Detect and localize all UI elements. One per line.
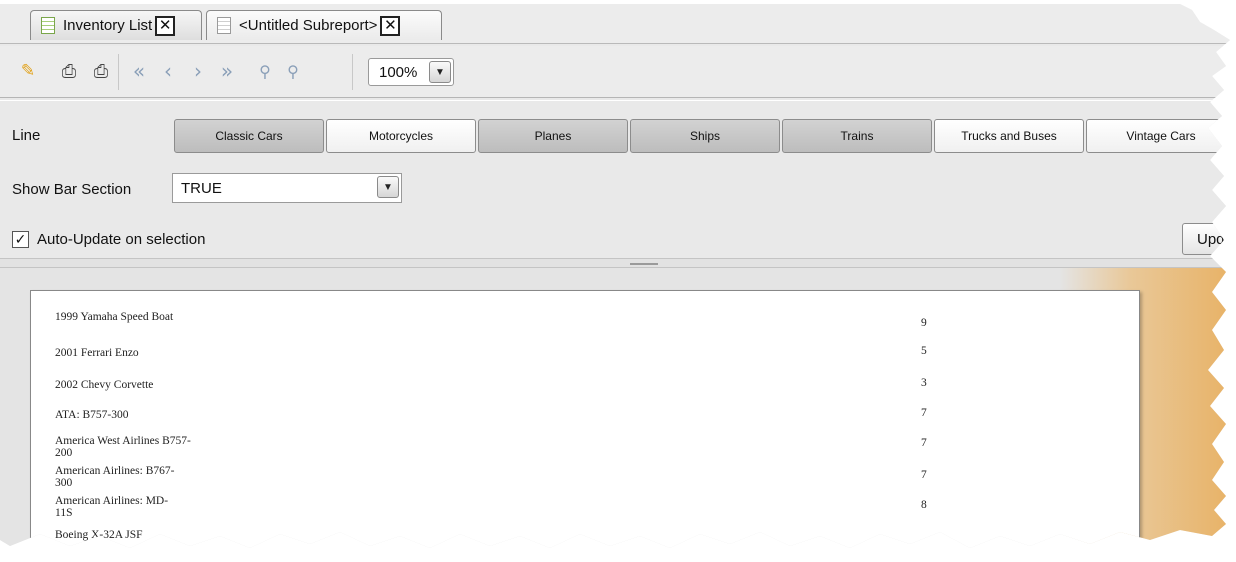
report-row-name: 1999 Yamaha Speed Boat (55, 311, 174, 323)
line-option-trains[interactable]: Trains (782, 119, 932, 153)
report-row-name: ATA: B757-300 (55, 409, 129, 421)
report-row-qty: 3 (921, 377, 927, 389)
show-bar-section-label: Show Bar Section (12, 181, 132, 198)
zoom-select[interactable]: 100% ▼ (368, 58, 454, 86)
panel-splitter[interactable] (0, 258, 1230, 268)
zoom-value: 100% (379, 63, 418, 81)
line-option-ships[interactable]: Ships (630, 119, 780, 153)
tab-label: Inventory List (63, 17, 153, 34)
auto-update-row: ✓ Auto-Update on selection (12, 231, 205, 248)
report-row-name: 2001 Ferrari Enzo (55, 347, 139, 359)
print-setup-icon[interactable]: ⎙ (90, 60, 112, 82)
line-option-label: Ships (689, 129, 721, 143)
report-row-qty: 7 (921, 407, 927, 419)
tab-inventory-list[interactable]: Inventory List ✕ (30, 10, 202, 40)
line-option-trucks-and-buses[interactable]: Trucks and Buses (934, 119, 1084, 153)
report-row-qty: 8 (921, 499, 927, 511)
document-tab-strip: Inventory List ✕ <Untitled Subreport> ✕ (0, 4, 1230, 44)
splitter-grip-icon (630, 263, 658, 265)
line-option-label: Vintage Cars (1126, 129, 1196, 143)
line-option-label: Planes (534, 129, 572, 143)
preview-toolbar: ✎ ⎙ ⎙ « ‹ › » ⚲ ⚲ 100% ▼ (0, 46, 1230, 98)
chevron-down-icon[interactable]: ▼ (429, 61, 451, 83)
line-label: Line (12, 127, 41, 144)
toolbar-separator (118, 54, 119, 90)
report-row-qty: 5 (921, 345, 927, 357)
subreport-document-icon (217, 17, 231, 34)
report-preview-area[interactable]: 1999 Yamaha Speed Boat 9 2001 Ferrari En… (0, 268, 1230, 548)
show-bar-section-select[interactable]: TRUE ▼ (172, 173, 402, 203)
show-bar-section-value: TRUE (181, 179, 222, 197)
line-option-motorcycles[interactable]: Motorcycles (326, 119, 476, 153)
auto-update-label: Auto-Update on selection (37, 231, 206, 248)
line-option-label: Trucks and Buses (961, 129, 1057, 143)
line-option-classic-cars[interactable]: Classic Cars (174, 119, 324, 153)
close-icon[interactable]: ✕ (380, 15, 401, 36)
report-row-name: Boeing X-32A JSF (55, 529, 143, 541)
next-page-icon[interactable]: › (190, 59, 206, 83)
close-icon[interactable]: ✕ (155, 15, 176, 36)
zoom-out-icon[interactable]: ⚲ (256, 60, 274, 82)
auto-update-checkbox[interactable]: ✓ (12, 231, 29, 248)
report-row-qty: 9 (921, 317, 927, 329)
zoom-in-icon[interactable]: ⚲ (284, 60, 302, 82)
line-option-label: Trains (840, 129, 874, 143)
tab-untitled-subreport[interactable]: <Untitled Subreport> ✕ (206, 10, 442, 40)
report-row-qty: 7 (921, 437, 927, 449)
report-row-name: America West Airlines B757-200 (55, 435, 191, 459)
line-option-planes[interactable]: Planes (478, 119, 628, 153)
tab-label: <Untitled Subreport> (239, 17, 378, 34)
parameter-panel: Line Classic Cars Motorcycles Planes Shi… (0, 100, 1236, 260)
report-row-name: American Airlines: MD-11S (55, 495, 169, 519)
report-page: 1999 Yamaha Speed Boat 9 2001 Ferrari En… (30, 290, 1140, 548)
line-option-label: Motorcycles (368, 129, 433, 143)
report-row-name: 2002 Chevy Corvette (55, 379, 154, 391)
line-option-vintage-cars[interactable]: Vintage Cars (1086, 119, 1230, 153)
print-icon[interactable]: ⎙ (58, 60, 80, 82)
prev-page-icon[interactable]: ‹ (160, 59, 176, 83)
update-button-label: Update (1197, 230, 1236, 248)
document-icon (41, 17, 55, 34)
report-row-qty: 7 (921, 469, 927, 481)
chevron-down-icon[interactable]: ▼ (377, 176, 399, 198)
report-row-name: American Airlines: B767-300 (55, 465, 175, 489)
first-page-icon[interactable]: « (128, 59, 150, 83)
toolbar-separator (352, 54, 353, 90)
report-designer-window: Inventory List ✕ <Untitled Subreport> ✕ … (0, 4, 1236, 548)
update-button[interactable]: Update (1182, 223, 1236, 255)
line-option-label: Classic Cars (215, 129, 283, 143)
pencil-icon[interactable]: ✎ (20, 60, 36, 82)
last-page-icon[interactable]: » (216, 59, 238, 83)
